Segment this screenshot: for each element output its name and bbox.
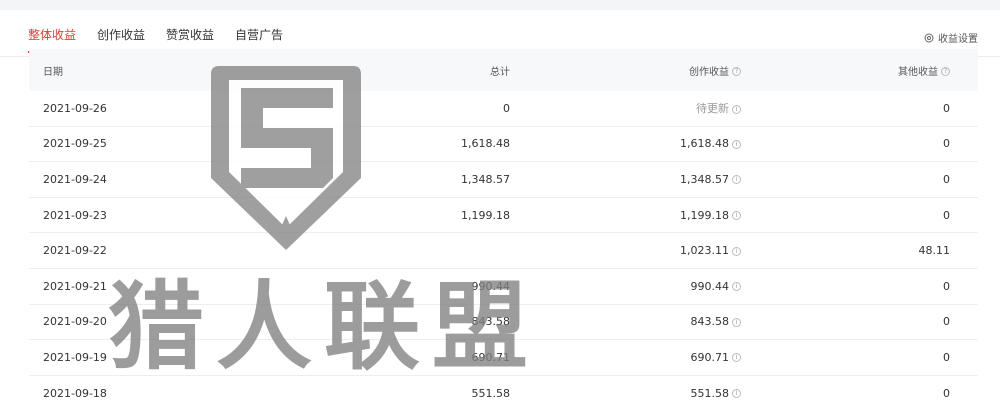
- row-creation: 1,023.11 i: [510, 244, 741, 257]
- info-icon[interactable]: i: [732, 104, 741, 114]
- row-other: 0: [943, 101, 950, 115]
- table-row: 2021-09-26 0 待更新 i 0: [29, 91, 978, 127]
- row-other: 0: [943, 279, 950, 293]
- watermark-text: 猎人联盟: [108, 271, 540, 383]
- income-settings-link[interactable]: 收益设置: [924, 30, 978, 45]
- row-creation-value: 1,618.48: [680, 137, 729, 151]
- row-date: 2021-09-18: [43, 386, 107, 400]
- row-other: 0: [943, 172, 950, 186]
- row-date: 2021-09-23: [43, 208, 107, 222]
- table-row: 2021-09-25 1,618.48 1,618.48 i 0: [29, 127, 978, 163]
- row-date: 2021-09-22: [43, 244, 107, 258]
- table-header: 日期 总计 创作收益? 其他收益?: [29, 49, 978, 91]
- row-creation: 843.58 i: [510, 315, 741, 328]
- row-creation-value: 待更新: [696, 102, 729, 116]
- row-other: 0: [943, 137, 950, 151]
- row-creation-value: 690.71: [690, 350, 730, 364]
- info-icon[interactable]: i: [732, 139, 741, 149]
- info-icon[interactable]: i: [732, 282, 741, 292]
- row-other: 0: [943, 350, 950, 364]
- row-creation-value: 551.58: [690, 386, 730, 400]
- row-creation-value: 843.58: [690, 315, 730, 329]
- row-other: 48.11: [918, 244, 951, 258]
- info-icon[interactable]: i: [732, 389, 741, 399]
- row-creation: 待更新 i: [510, 100, 741, 116]
- header-date: 日期: [43, 66, 63, 78]
- row-creation: 990.44 i: [510, 280, 741, 293]
- settings-label: 收益设置: [938, 34, 978, 45]
- header-other: 其他收益?: [741, 63, 978, 78]
- info-icon[interactable]: ?: [732, 67, 741, 76]
- row-creation-value: 990.44: [690, 279, 730, 293]
- info-icon[interactable]: i: [732, 353, 741, 363]
- header-creation: 创作收益?: [510, 63, 741, 78]
- row-other: 0: [943, 208, 950, 222]
- row-creation-value: 1,348.57: [680, 172, 729, 186]
- row-creation: 1,348.57 i: [510, 173, 741, 186]
- row-creation: 551.58 i: [510, 387, 741, 400]
- info-icon[interactable]: i: [732, 317, 741, 327]
- header-creation-label: 创作收益: [689, 66, 729, 78]
- info-icon[interactable]: i: [732, 211, 741, 221]
- info-icon[interactable]: i: [732, 175, 741, 185]
- table-row: 2021-09-24 1,348.57 1,348.57 i 0: [29, 162, 978, 198]
- row-creation: 690.71 i: [510, 351, 741, 364]
- top-strip: [0, 0, 1000, 10]
- header-other-label: 其他收益: [898, 66, 938, 78]
- table-row: 2021-09-22 1,023.11 i 48.11: [29, 233, 978, 269]
- row-other: 0: [943, 386, 950, 400]
- gear-icon: [924, 33, 934, 42]
- info-icon[interactable]: ?: [941, 67, 950, 76]
- info-icon[interactable]: i: [732, 246, 741, 256]
- row-date: 2021-09-24: [43, 172, 107, 186]
- row-creation-value: 1,199.18: [680, 208, 729, 222]
- row-total: 551.58: [471, 386, 511, 400]
- row-creation-value: 1,023.11: [680, 244, 729, 258]
- row-date: 2021-09-25: [43, 137, 107, 151]
- shield-logo-watermark-icon: [211, 66, 361, 250]
- row-other: 0: [943, 315, 950, 329]
- table-row: 2021-09-23 1,199.18 1,199.18 i 0: [29, 198, 978, 234]
- row-date: 2021-09-26: [43, 101, 107, 115]
- row-creation: 1,199.18 i: [510, 209, 741, 222]
- row-creation: 1,618.48 i: [510, 137, 741, 150]
